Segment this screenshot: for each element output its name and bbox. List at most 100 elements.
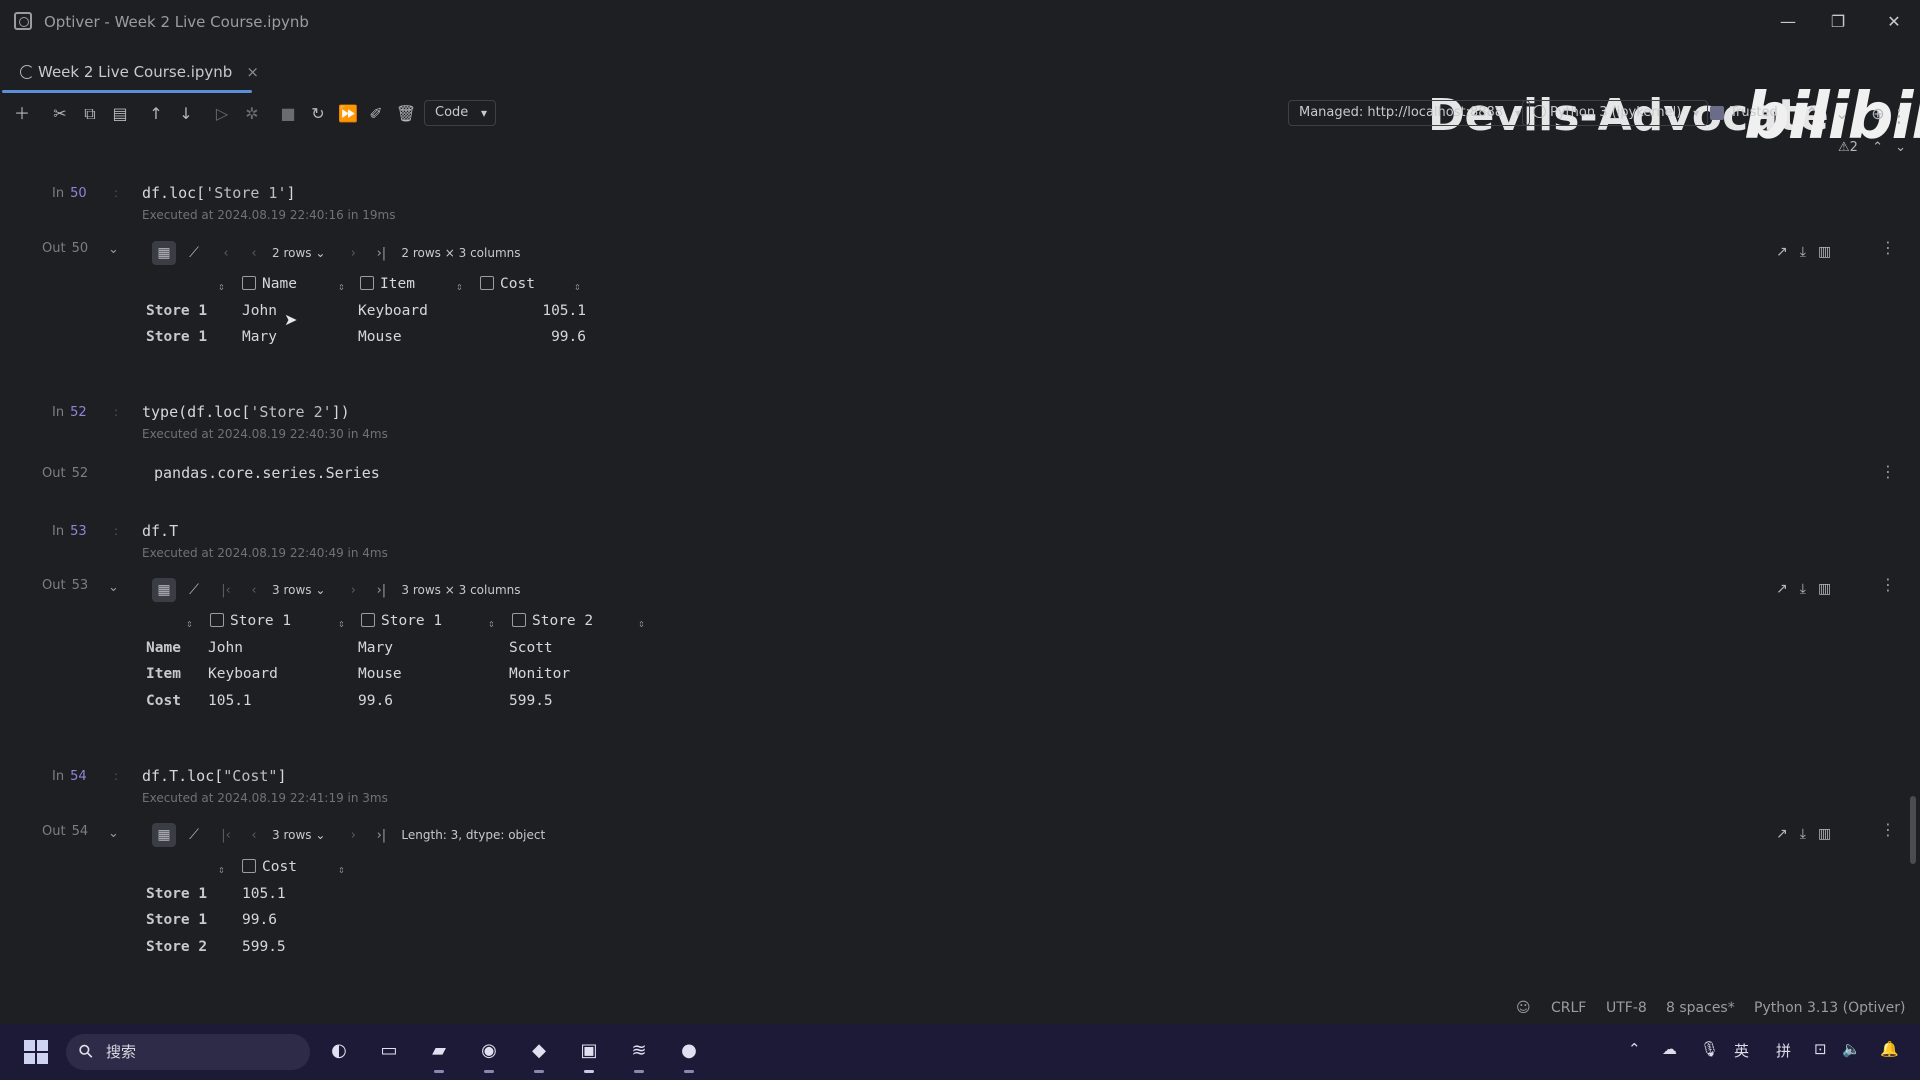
last-page-icon[interactable]: ›| — [367, 246, 395, 261]
open-in-editor-icon[interactable]: ↗ — [1776, 581, 1788, 597]
taskbar-search[interactable]: 搜索 — [66, 1034, 310, 1070]
sort-icon[interactable]: ⇕ — [638, 617, 645, 630]
table-cell[interactable]: John — [208, 640, 243, 656]
copilot-app-icon[interactable]: ◐ — [324, 1036, 354, 1066]
table-cell[interactable]: Mouse — [358, 329, 402, 345]
sort-icon[interactable]: ⇕ — [218, 280, 225, 293]
sort-icon[interactable]: ⇕ — [338, 863, 345, 876]
minimize-button[interactable]: — — [1776, 10, 1800, 34]
column-header[interactable]: Store 2 — [512, 613, 593, 629]
table-cell[interactable]: 99.6 — [358, 693, 393, 709]
first-page-icon[interactable]: |‹ — [212, 583, 240, 598]
windows-start-icon[interactable] — [24, 1040, 48, 1064]
ime-language[interactable]: 英 — [1734, 1040, 1749, 1061]
network-icon[interactable]: ⊡ — [1814, 1040, 1827, 1058]
table-cell[interactable]: 105.1 — [208, 693, 252, 709]
sort-icon[interactable]: ⇕ — [456, 280, 463, 293]
last-page-icon[interactable]: ›| — [367, 828, 395, 843]
table-cell[interactable]: 599.5 — [242, 939, 286, 955]
column-settings-icon[interactable]: ▥ — [1818, 581, 1831, 597]
table-cell[interactable]: Keyboard — [358, 303, 428, 319]
delete-cell-icon[interactable]: 🗑 — [394, 102, 418, 126]
app-icon[interactable]: ◆ — [524, 1036, 554, 1073]
next-page-icon[interactable]: › — [339, 828, 367, 843]
sort-icon[interactable]: ⇕ — [338, 617, 345, 630]
code-line[interactable]: type(df.loc['Store 2']) — [142, 403, 350, 421]
sort-icon[interactable]: ⇕ — [574, 280, 581, 293]
table-cell[interactable]: Keyboard — [208, 666, 278, 682]
kernel-dropdown[interactable]: Python 3 (ipykernel) ▾ — [1522, 100, 1709, 126]
table-view-icon[interactable]: ▦ — [152, 823, 176, 847]
copilot-icon[interactable]: ☺ — [1516, 1000, 1531, 1016]
task-view-icon[interactable]: ▭ — [374, 1036, 404, 1066]
chart-view-icon[interactable]: ⟋ — [182, 241, 206, 265]
column-settings-icon[interactable]: ▥ — [1818, 826, 1831, 842]
debug-cell-icon[interactable]: ✲ — [240, 102, 264, 126]
code-line[interactable]: df.T — [142, 522, 178, 540]
run-all-icon[interactable]: ⏩ — [336, 102, 360, 126]
next-page-icon[interactable]: › — [339, 246, 367, 261]
open-in-editor-icon[interactable]: ↗ — [1776, 244, 1788, 260]
pycharm-icon[interactable]: ▣ — [574, 1036, 604, 1073]
first-page-icon[interactable]: ‹ — [212, 246, 240, 261]
obs-icon[interactable]: ● — [674, 1036, 704, 1073]
table-view-icon[interactable]: ▦ — [152, 241, 176, 265]
globe-icon[interactable]: ⊕ — [1866, 102, 1890, 126]
app-icon[interactable]: ≋ — [624, 1036, 654, 1073]
run-cell-icon[interactable]: ▷ — [210, 102, 234, 126]
close-window-button[interactable]: ✕ — [1882, 10, 1906, 34]
prev-page-icon[interactable]: ‹ — [240, 246, 268, 261]
file-explorer-icon[interactable]: ▰ — [424, 1036, 454, 1073]
column-settings-icon[interactable]: ▥ — [1818, 244, 1831, 260]
tray-overflow-icon[interactable]: ⌃ — [1628, 1040, 1641, 1058]
notification-icon[interactable]: 🔔 — [1880, 1040, 1899, 1058]
file-encoding[interactable]: UTF-8 — [1606, 1000, 1647, 1016]
column-header[interactable]: Cost — [480, 276, 535, 292]
interrupt-kernel-icon[interactable]: ■ — [276, 102, 300, 126]
table-view-icon[interactable]: ▦ — [152, 578, 176, 602]
volume-icon[interactable]: 🔈 — [1842, 1040, 1861, 1058]
microphone-icon[interactable]: 🎙 — [1700, 1040, 1719, 1058]
paste-cell-icon[interactable]: ▤ — [108, 102, 132, 126]
sort-icon[interactable]: ⇕ — [218, 863, 225, 876]
add-cell-icon[interactable]: ＋ — [10, 102, 34, 126]
open-in-editor-icon[interactable]: ↗ — [1776, 826, 1788, 842]
collapse-output-icon[interactable]: ⌄ — [108, 580, 119, 595]
code-line[interactable]: df.T.loc["Cost"] — [142, 767, 287, 785]
sort-icon[interactable]: ⇕ — [488, 617, 495, 630]
wechat-icon[interactable]: ◉ — [474, 1036, 504, 1073]
rows-dropdown[interactable]: 3 rows ⌄ — [272, 828, 325, 842]
restart-kernel-icon[interactable]: ↻ — [306, 102, 330, 126]
column-header[interactable]: Store 1 — [361, 613, 442, 629]
table-cell[interactable]: 105.1 — [500, 303, 586, 319]
python-interpreter[interactable]: Python 3.13 (Optiver) — [1754, 1000, 1905, 1016]
table-cell[interactable]: Mary — [358, 640, 393, 656]
sort-icon[interactable]: ⇕ — [186, 617, 193, 630]
rows-dropdown[interactable]: 2 rows ⌄ — [272, 246, 325, 260]
table-cell[interactable]: Scott — [509, 640, 553, 656]
table-cell[interactable]: 599.5 — [509, 693, 553, 709]
next-page-icon[interactable]: › — [339, 583, 367, 598]
column-header[interactable]: Item — [360, 276, 415, 292]
output-menu-icon[interactable]: ⋮ — [1880, 820, 1896, 839]
output-menu-icon[interactable]: ⋮ — [1880, 238, 1896, 257]
collapse-output-icon[interactable]: ⌄ — [108, 826, 119, 841]
download-icon[interactable]: ⤓ — [1800, 826, 1806, 842]
cell-type-dropdown[interactable]: Code — [424, 100, 496, 126]
table-cell[interactable]: 99.6 — [500, 329, 586, 345]
chart-view-icon[interactable]: ⟋ — [182, 578, 206, 602]
clear-outputs-icon[interactable]: ✐ — [364, 102, 388, 126]
table-cell[interactable]: 105.1 — [242, 886, 286, 902]
onedrive-icon[interactable]: ☁ — [1662, 1040, 1677, 1058]
column-header[interactable]: Name — [242, 276, 297, 292]
download-icon[interactable]: ⤓ — [1800, 581, 1806, 597]
indent-setting[interactable]: 8 spaces* — [1666, 1000, 1735, 1016]
copy-cell-icon[interactable]: ⧉ — [78, 102, 102, 126]
vertical-scrollbar[interactable] — [1910, 796, 1916, 864]
sort-icon[interactable]: ⇕ — [338, 280, 345, 293]
next-cell-icon[interactable]: ⌄ — [1830, 102, 1854, 126]
ime-mode[interactable]: 拼 — [1776, 1040, 1791, 1061]
collapse-output-icon[interactable]: ⌄ — [108, 242, 119, 257]
chart-view-icon[interactable]: ⟋ — [182, 823, 206, 847]
table-cell[interactable]: Mary — [242, 329, 277, 345]
